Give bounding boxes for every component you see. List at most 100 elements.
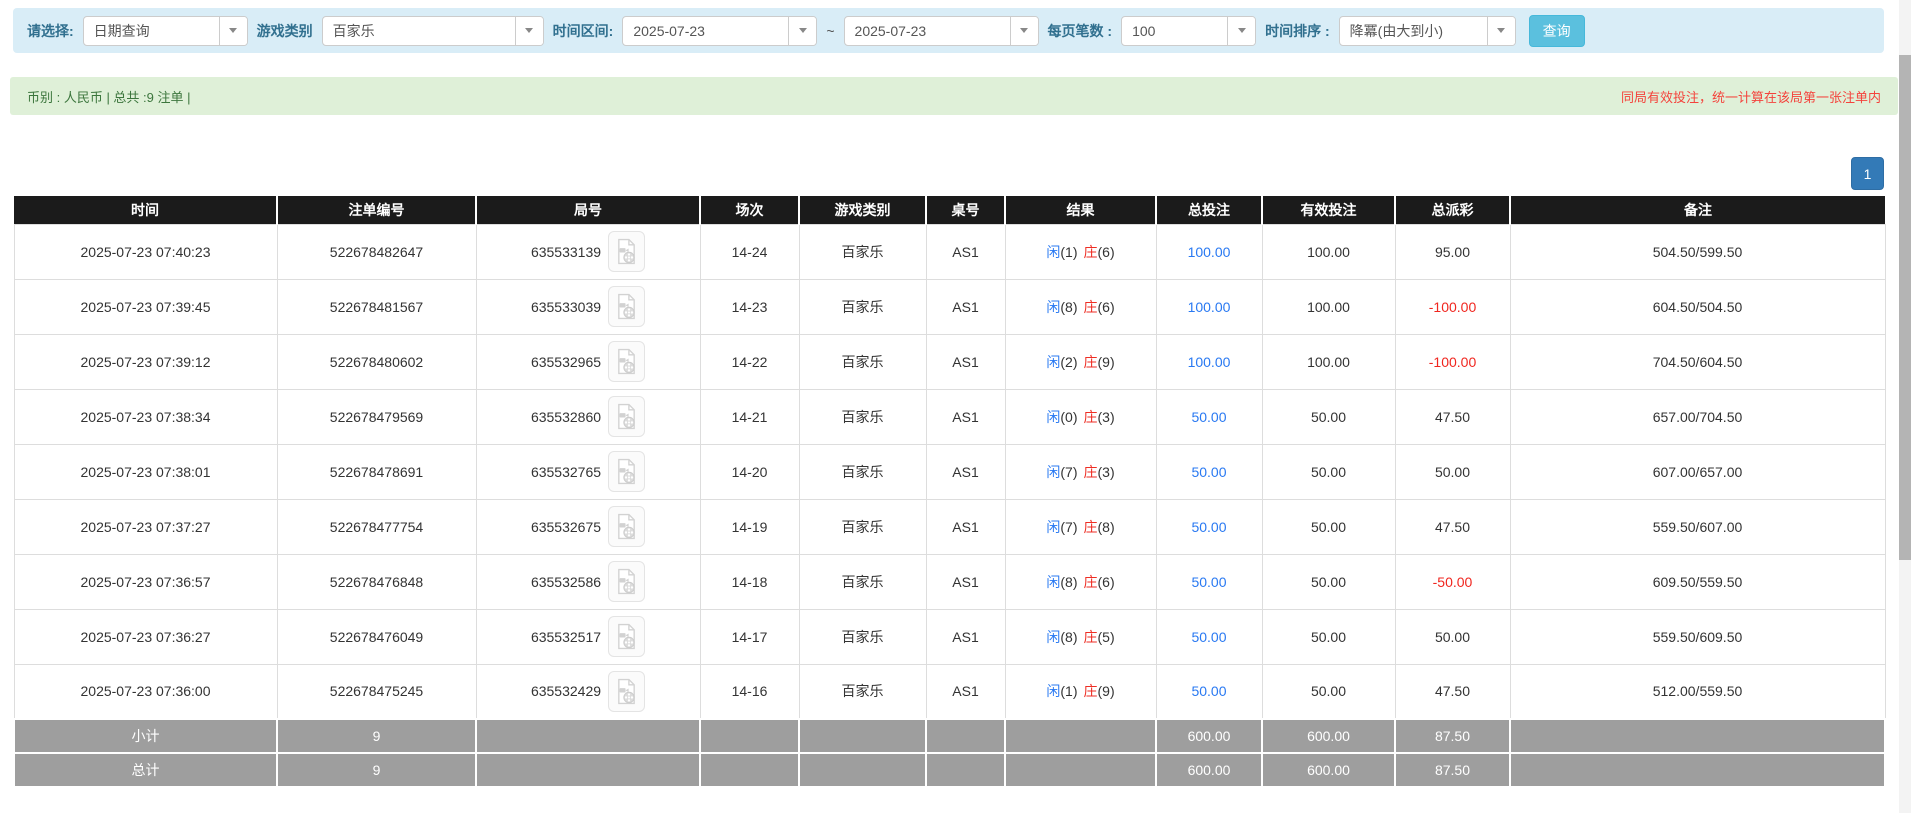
- session-cell: 14-24: [699, 223, 800, 280]
- player-result-label: 闲: [1046, 408, 1061, 425]
- total-bet-link[interactable]: 100.00: [1188, 299, 1231, 315]
- game-type-cell: 百家乐: [798, 223, 927, 280]
- filter-bar: 请选择: 日期查询 游戏类别 百家乐 时间区间: 2025-07-23 ~ 20…: [13, 8, 1884, 53]
- game-type-cell: 百家乐: [798, 608, 927, 665]
- banker-result-label: 庄: [1083, 683, 1098, 700]
- duplicate-bet-notice: 同局有效投注，统一计算在该局第一张注单内: [1620, 89, 1881, 105]
- video-record-button[interactable]: [608, 396, 646, 437]
- remark-cell: 657.00/704.50: [1509, 388, 1886, 445]
- table-no-cell: AS1: [925, 388, 1006, 445]
- round-id-text: 635532860: [530, 408, 602, 425]
- total-bet-cell: 100.00: [1155, 278, 1263, 335]
- page-size-select[interactable]: 100: [1121, 15, 1257, 46]
- video-record-button[interactable]: [608, 506, 646, 547]
- session-cell: 14-20: [699, 443, 800, 500]
- video-record-icon: [618, 623, 635, 650]
- sort-order-select[interactable]: 降冪(由大到小): [1338, 15, 1516, 46]
- video-record-button[interactable]: [608, 286, 646, 327]
- video-record-button[interactable]: [608, 670, 646, 712]
- bet-record-row: 2025-07-23 07:39:12 522678480602 6355329…: [13, 333, 1886, 390]
- total-bet-link[interactable]: 50.00: [1191, 574, 1226, 590]
- result-cell: 闲(0) 庄(3): [1004, 388, 1157, 445]
- scrollbar[interactable]: [1899, 0, 1911, 813]
- total-bet-link[interactable]: 100.00: [1188, 354, 1231, 370]
- payout-cell: -100.00: [1394, 333, 1511, 390]
- header-time: 时间: [14, 196, 277, 224]
- bet-id-cell: 522678476848: [276, 553, 477, 610]
- bet-id-cell: 522678478691: [276, 443, 477, 500]
- session-cell: 14-18: [699, 553, 800, 610]
- date-to-value: 2025-07-23: [854, 22, 927, 39]
- sort-order-value: 降冪(由大到小): [1349, 22, 1443, 39]
- round-id-cell: 635532965: [475, 333, 701, 390]
- bet-time-cell: 2025-07-23 07:36:57: [13, 553, 278, 610]
- banker-result-value: (3): [1097, 408, 1115, 425]
- grand-total-row: 总计 9 600.00 600.00 87.50: [13, 752, 1886, 788]
- total-bet-link[interactable]: 50.00: [1191, 464, 1226, 480]
- total-bet-link[interactable]: 50.00: [1191, 683, 1226, 699]
- video-record-button[interactable]: [608, 341, 646, 382]
- video-record-icon: [618, 293, 635, 320]
- banker-result-label: 庄: [1083, 518, 1098, 535]
- total-bet-link[interactable]: 50.00: [1191, 629, 1226, 645]
- banker-result-label: 庄: [1083, 463, 1098, 480]
- table-no-cell: AS1: [925, 663, 1006, 720]
- time-range-label: 时间区间:: [552, 22, 614, 39]
- total-bet-link[interactable]: 50.00: [1191, 409, 1226, 425]
- player-result-label: 闲: [1046, 573, 1061, 590]
- header-round-id: 局号: [475, 196, 700, 224]
- table-no-cell: AS1: [925, 278, 1006, 335]
- date-from-select[interactable]: 2025-07-23: [622, 15, 818, 46]
- bet-time-cell: 2025-07-23 07:40:23: [13, 223, 278, 280]
- bet-records-table: 时间 注单编号 局号 场次 游戏类别 桌号 结果 总投注 有效投注 总派彩 备注…: [13, 196, 1886, 788]
- table-no-cell: AS1: [925, 498, 1006, 555]
- bet-id-cell: 522678480602: [276, 333, 477, 390]
- round-id-text: 635532675: [530, 518, 602, 535]
- game-category-label: 游戏类别: [256, 22, 313, 39]
- bet-record-row: 2025-07-23 07:36:27 522678476049 6355325…: [13, 608, 1886, 665]
- video-record-button[interactable]: [608, 561, 646, 602]
- video-record-button[interactable]: [608, 231, 646, 272]
- total-bet-link[interactable]: 100.00: [1188, 244, 1231, 260]
- table-no-cell: AS1: [925, 443, 1006, 500]
- banker-result-label: 庄: [1083, 353, 1098, 370]
- player-result-value: (0): [1060, 408, 1078, 425]
- round-id-cell: 635532429: [475, 663, 701, 720]
- bet-record-row: 2025-07-23 07:37:27 522678477754 6355326…: [13, 498, 1886, 555]
- total-bet-cell: 100.00: [1155, 333, 1263, 390]
- game-type-cell: 百家乐: [798, 388, 927, 445]
- player-result-value: (7): [1060, 463, 1078, 480]
- table-no-cell: AS1: [925, 608, 1006, 665]
- game-type-cell: 百家乐: [798, 278, 927, 335]
- round-id-cell: 635533039: [475, 278, 701, 335]
- total-valid-bet: 600.00: [1261, 752, 1396, 788]
- chevron-down-icon: [514, 16, 543, 45]
- summary-bar: 币别 : 人民币 | 总共 :9 注单 | 同局有效投注，统一计算在该局第一张注…: [10, 77, 1898, 115]
- game-category-select[interactable]: 百家乐: [321, 15, 544, 46]
- query-type-select[interactable]: 日期查询: [82, 15, 248, 46]
- header-table-no: 桌号: [925, 196, 1005, 224]
- date-to-select[interactable]: 2025-07-23: [843, 15, 1039, 46]
- total-bet-link[interactable]: 50.00: [1191, 519, 1226, 535]
- player-result-label: 闲: [1046, 243, 1061, 260]
- header-session: 场次: [699, 196, 799, 224]
- valid-bet-cell: 50.00: [1261, 608, 1396, 665]
- page-button-1[interactable]: 1: [1851, 157, 1884, 190]
- search-button[interactable]: 查询: [1528, 14, 1585, 47]
- video-record-icon: [618, 458, 635, 485]
- session-cell: 14-22: [699, 333, 800, 390]
- round-id-text: 635532586: [530, 573, 602, 590]
- bet-record-row: 2025-07-23 07:40:23 522678482647 6355331…: [13, 223, 1886, 280]
- player-result-value: (7): [1060, 518, 1078, 535]
- session-cell: 14-16: [699, 663, 800, 720]
- valid-bet-cell: 100.00: [1261, 223, 1396, 280]
- banker-result-value: (6): [1097, 243, 1115, 260]
- round-id-cell: 635532675: [475, 498, 701, 555]
- scrollbar-thumb[interactable]: [1899, 55, 1911, 560]
- chevron-down-icon: [1227, 16, 1256, 45]
- bet-time-cell: 2025-07-23 07:38:34: [13, 388, 278, 445]
- player-result-label: 闲: [1046, 463, 1061, 480]
- video-record-button[interactable]: [608, 451, 646, 492]
- video-record-button[interactable]: [608, 616, 646, 657]
- total-bet-cell: 50.00: [1155, 388, 1263, 445]
